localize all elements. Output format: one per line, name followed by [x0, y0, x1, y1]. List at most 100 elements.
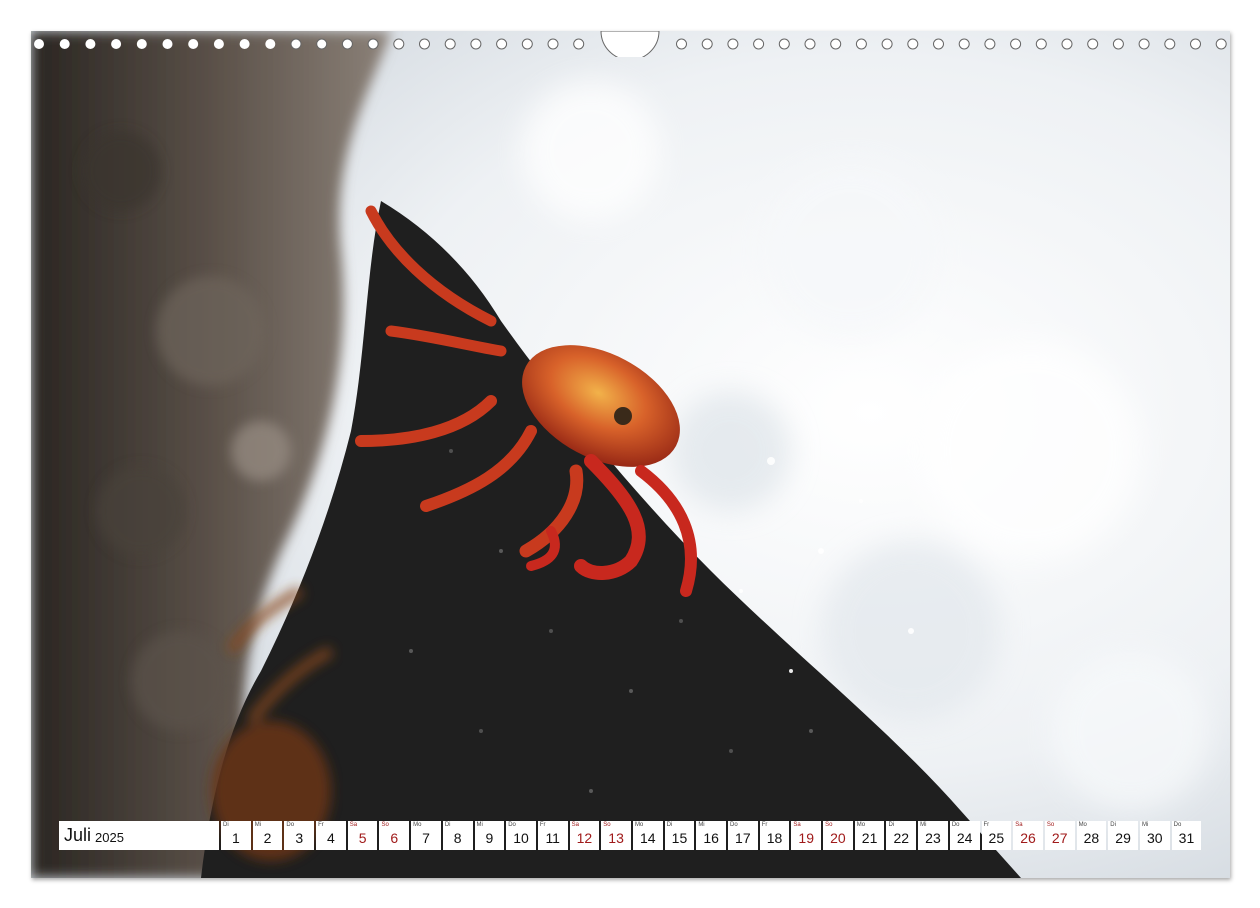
day-number: 30 [1146, 830, 1163, 846]
day-weekday: Do [1173, 822, 1182, 828]
day-number: 26 [1020, 830, 1036, 846]
day-number: 3 [295, 830, 304, 846]
day-number: 12 [576, 830, 593, 846]
day-number: 16 [703, 830, 719, 846]
day-cell: So 20 [823, 821, 853, 850]
day-weekday: Fr [761, 822, 768, 828]
day-weekday: Mi [1141, 822, 1149, 828]
day-cell: Fr 25 [981, 821, 1012, 850]
month-label: Juli 2025 [59, 821, 219, 850]
day-cell: Sa 12 [569, 821, 600, 850]
day-weekday: Di [1110, 822, 1116, 828]
day-number: 5 [358, 830, 367, 846]
day-number: 14 [639, 830, 656, 846]
day-weekday: Di [223, 822, 229, 828]
day-cells: Di 1 Mi 2 Do 3 Fr 4 Sa 5 So 6 Mo 7 Di 8 Mi 9 Do 10 Fr 11 Sa 12 S… [221, 821, 1203, 850]
day-cell: So 6 [379, 821, 410, 850]
day-number: 20 [830, 830, 846, 846]
day-cell: Mo 7 [411, 821, 441, 850]
day-weekday: Di [444, 822, 451, 828]
day-weekday: Sa [1015, 822, 1023, 828]
day-cell: Di 8 [442, 821, 473, 850]
month-name: Juli [64, 825, 92, 845]
day-weekday: Sa [793, 822, 801, 828]
day-cell: Do 24 [949, 821, 980, 850]
day-weekday: Mo [634, 822, 644, 828]
day-cell: Mo 21 [854, 821, 885, 850]
day-number: 21 [861, 830, 878, 846]
day-cell: So 13 [601, 821, 631, 850]
day-cell: Mo 28 [1076, 821, 1107, 850]
crab-photo [31, 31, 1230, 878]
day-weekday: Mi [476, 822, 483, 828]
day-number: 25 [988, 830, 1005, 846]
day-weekday: So [381, 822, 389, 828]
day-weekday: Mo [413, 822, 422, 828]
day-number: 6 [390, 830, 399, 846]
day-number: 24 [956, 830, 973, 846]
day-number: 15 [671, 830, 688, 846]
day-number: 13 [608, 830, 624, 846]
day-number: 4 [327, 830, 335, 846]
day-number: 19 [798, 830, 814, 846]
day-weekday: Do [508, 822, 516, 828]
day-cell: Mi 9 [474, 821, 505, 850]
day-weekday: Mi [698, 822, 705, 828]
day-number: 31 [1178, 830, 1195, 846]
day-cell: Mi 30 [1139, 821, 1170, 850]
day-weekday: Mo [856, 822, 866, 828]
day-number: 8 [453, 830, 462, 846]
day-cell: Di 29 [1108, 821, 1138, 850]
day-cell: Mi 2 [252, 821, 283, 850]
day-weekday: Sa [349, 822, 358, 828]
calendar-strip: Juli 2025 Di 1 Mi 2 Do 3 Fr 4 Sa 5 So 6 Mo 7 Di 8 Mi 9 Do 1… [59, 821, 1203, 850]
day-number: 7 [422, 830, 430, 846]
day-weekday: So [603, 822, 611, 828]
day-weekday: Sa [571, 822, 579, 828]
day-weekday: Do [730, 822, 738, 828]
day-cell: Fr 4 [316, 821, 346, 850]
day-number: 23 [925, 830, 941, 846]
day-weekday: Mi [254, 822, 262, 828]
day-number: 28 [1083, 830, 1100, 846]
day-number: 18 [766, 830, 783, 846]
day-cell: Sa 5 [347, 821, 378, 850]
day-weekday: So [1046, 822, 1055, 828]
day-cell: So 27 [1044, 821, 1075, 850]
day-cell: Do 31 [1171, 821, 1202, 850]
day-weekday: Do [951, 822, 960, 828]
day-number: 2 [263, 830, 272, 846]
day-cell: Do 10 [506, 821, 536, 850]
day-cell: Sa 26 [1013, 821, 1043, 850]
day-weekday: Mi [920, 822, 927, 828]
day-number: 1 [231, 830, 240, 846]
day-cell: Di 22 [886, 821, 917, 850]
day-cell: Mi 23 [918, 821, 948, 850]
day-cell: Do 3 [284, 821, 315, 850]
day-number: 9 [485, 830, 494, 846]
day-number: 11 [545, 830, 560, 846]
day-cell: Di 15 [664, 821, 695, 850]
day-weekday: Di [666, 822, 673, 828]
day-weekday: So [825, 822, 833, 828]
day-weekday: Di [888, 822, 895, 828]
day-number: 27 [1051, 830, 1068, 846]
day-cell: Do 17 [728, 821, 758, 850]
day-weekday: Fr [539, 822, 546, 828]
day-number: 22 [893, 830, 910, 846]
day-weekday: Fr [983, 822, 990, 828]
day-weekday: Fr [318, 822, 324, 828]
day-number: 17 [735, 830, 751, 846]
month-year: 2025 [95, 829, 124, 845]
day-cell: Mi 16 [696, 821, 726, 850]
day-weekday: Mo [1078, 822, 1087, 828]
day-cell: Mo 14 [632, 821, 663, 850]
calendar-page [31, 31, 1230, 878]
day-number: 29 [1115, 830, 1131, 846]
day-cell: Fr 18 [759, 821, 790, 850]
day-cell: Fr 11 [537, 821, 568, 850]
day-cell: Sa 19 [791, 821, 822, 850]
day-cell: Di 1 [221, 821, 251, 850]
day-weekday: Do [286, 822, 295, 828]
day-number: 10 [513, 830, 529, 846]
